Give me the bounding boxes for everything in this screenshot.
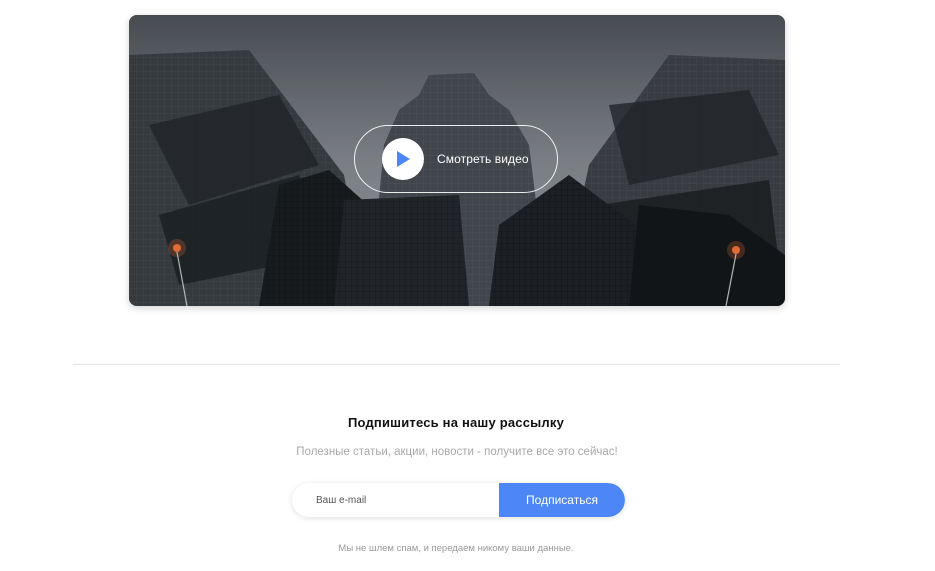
newsletter-title: Подпишитесь на нашу рассылку bbox=[347, 415, 565, 430]
newsletter-subtitle: Полезные статьи, акции, новости - получи… bbox=[296, 446, 618, 458]
play-button[interactable] bbox=[382, 138, 424, 180]
video-preview-card[interactable]: Смотреть видео bbox=[129, 15, 785, 306]
watch-video-button[interactable]: Смотреть видео bbox=[354, 125, 558, 193]
subscribe-button[interactable]: Подписаться bbox=[499, 483, 625, 517]
watch-video-label: Смотреть видео bbox=[437, 152, 529, 166]
page: Смотреть видео Подпишитесь на нашу рассы… bbox=[0, 0, 935, 571]
email-input[interactable] bbox=[292, 483, 499, 517]
newsletter-form: Подписаться bbox=[292, 483, 625, 517]
play-icon bbox=[397, 151, 410, 167]
privacy-note: Мы не шлем спам, и передаем никому ваши … bbox=[338, 543, 574, 554]
section-divider bbox=[73, 364, 840, 365]
